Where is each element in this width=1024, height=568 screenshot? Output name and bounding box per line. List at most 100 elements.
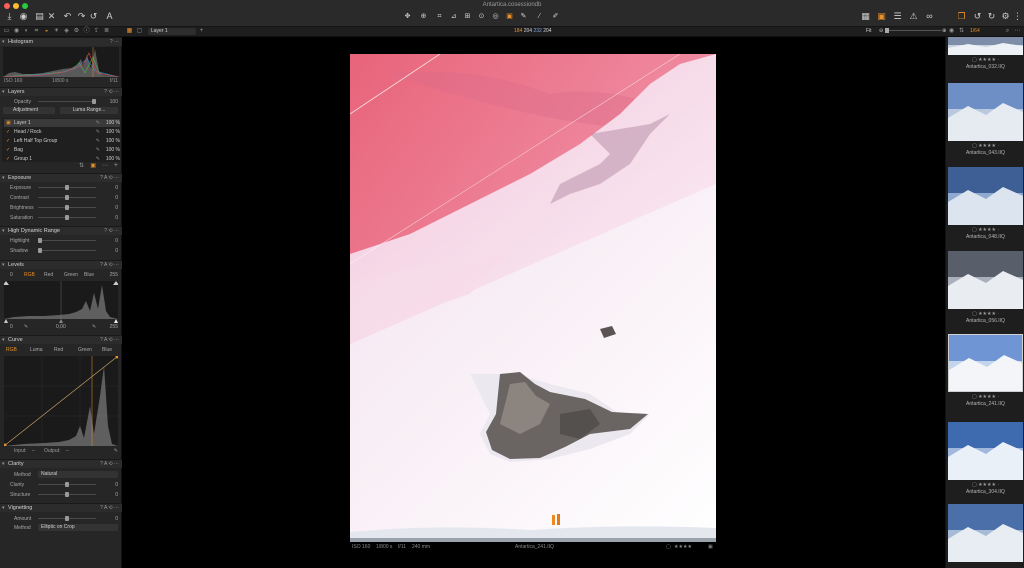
adjustment-slider[interactable] xyxy=(38,195,96,200)
annotate-tool-icon[interactable]: ✐ xyxy=(550,11,561,22)
metadata-tab-icon[interactable]: ⓘ xyxy=(83,28,90,35)
adjustments-tab-icon[interactable]: ⚙ xyxy=(73,28,80,35)
viewer-color-tag[interactable]: ▣ xyxy=(708,543,713,551)
slider-knob[interactable] xyxy=(65,492,69,497)
list-view-icon[interactable]: ☰ xyxy=(892,11,903,22)
layer-type-select[interactable]: Adjustment xyxy=(3,107,55,114)
layer-visible-checkbox[interactable]: ✓ xyxy=(6,146,10,154)
menu-icon[interactable]: ⋮ xyxy=(1012,11,1023,22)
eyedropper-icon[interactable]: ✎ xyxy=(92,323,96,331)
adjustment-slider[interactable] xyxy=(38,205,96,210)
slider-knob[interactable] xyxy=(65,185,69,190)
camera-icon[interactable]: ◉ xyxy=(18,11,29,22)
thumbnail-rating[interactable]: ▢ ★★★★ · xyxy=(948,143,1023,150)
layer-row[interactable]: ▣ Layer 1 ✎ 100 % xyxy=(4,119,120,127)
thumbnail-image[interactable] xyxy=(948,167,1023,225)
brush-tool-icon[interactable]: ✎ xyxy=(518,11,529,22)
slider-value[interactable]: 0 xyxy=(115,238,118,244)
levels-max-input[interactable]: 255 xyxy=(110,323,118,331)
levels-header[interactable]: ▾ Levels ? A ⟲ ⋯ xyxy=(0,260,122,269)
library-tab-icon[interactable]: ▭ xyxy=(3,28,10,35)
slider-knob[interactable] xyxy=(65,215,69,220)
layer-options-icon[interactable]: ⋯ xyxy=(102,162,108,169)
copy-adjustments-icon[interactable]: ❐ xyxy=(956,11,967,22)
channel-tab[interactable]: Green xyxy=(78,346,92,354)
exposure-header[interactable]: ▾ Exposure ? A ⟲ ⋯ xyxy=(0,173,122,182)
layer-visible-checkbox[interactable]: ✓ xyxy=(6,155,10,162)
composition-tab-icon[interactable]: ⌗ xyxy=(33,28,40,35)
details-tab-icon[interactable]: ◈ xyxy=(63,28,70,35)
layer-mask-icon[interactable]: ▣ xyxy=(90,162,96,169)
layer-visible-checkbox[interactable]: ✓ xyxy=(6,137,10,145)
slider-knob[interactable] xyxy=(65,195,69,200)
import-icon[interactable]: ⤓ xyxy=(4,11,15,22)
histogram-header[interactable]: ▾ Histogram ? ⋯ xyxy=(0,37,122,46)
thumbnail-image[interactable] xyxy=(948,334,1023,392)
thumbnail-rating[interactable]: ▢ ★★★★ · xyxy=(948,394,1023,401)
slider-value[interactable]: 0 xyxy=(115,248,118,254)
text-tool-icon[interactable]: A xyxy=(104,11,115,22)
clarity-header[interactable]: ▾ Clarity ? A ⟲ ⋯ xyxy=(0,459,122,468)
settings-icon[interactable]: ⚙ xyxy=(1000,11,1011,22)
browser-eye-icon[interactable]: ◉ xyxy=(948,28,955,35)
multi-view-icon[interactable]: ▦ xyxy=(126,28,133,35)
zoom-slider[interactable] xyxy=(884,28,941,34)
curve-graph[interactable] xyxy=(4,356,118,446)
layers-header[interactable]: ▾ Layers ? ⟲ ⋯ xyxy=(0,87,122,96)
channel-tab[interactable]: Red xyxy=(44,271,53,279)
pan-tool-icon[interactable]: ✥ xyxy=(402,11,413,22)
adjustment-slider[interactable] xyxy=(38,492,96,497)
slider-value[interactable]: 0 xyxy=(115,185,118,191)
opacity-slider[interactable] xyxy=(38,99,96,104)
delete-icon[interactable]: ✕ xyxy=(46,11,57,22)
thumbnail-image[interactable] xyxy=(948,251,1023,309)
opacity-slider-knob[interactable] xyxy=(92,99,96,104)
redo-icon[interactable]: ↷ xyxy=(76,11,87,22)
undo-icon[interactable]: ↶ xyxy=(62,11,73,22)
batch-tab-icon[interactable]: ≣ xyxy=(103,28,110,35)
levels-graph[interactable] xyxy=(4,281,118,319)
grid-view-icon[interactable]: ▦ xyxy=(860,11,871,22)
loupe-tool-icon[interactable]: ⊕ xyxy=(418,11,429,22)
curve-header[interactable]: ▾ Curve ? A ⟲ ⋯ xyxy=(0,335,122,344)
keystone-tool-icon[interactable]: ⊞ xyxy=(462,11,473,22)
folder-icon[interactable]: ▤ xyxy=(34,11,45,22)
channel-tab[interactable]: Green xyxy=(64,271,78,279)
color-picker-tool-icon[interactable]: ▣ xyxy=(504,11,515,22)
slider-knob[interactable] xyxy=(65,205,69,210)
layer-row[interactable]: ✓ Group 1 ✎ 100 % xyxy=(4,155,120,162)
section-tools[interactable]: ? A ⟲ ⋯ xyxy=(100,262,119,269)
section-tools[interactable]: ? A ⟲ ⋯ xyxy=(100,175,119,182)
channel-tab[interactable]: Luma xyxy=(30,346,43,354)
thumbnail-image[interactable] xyxy=(948,422,1023,480)
viewer-checkbox[interactable]: ▢ xyxy=(666,543,671,551)
browser-menu-icon[interactable]: ⋯ xyxy=(1014,28,1021,35)
capture-tab-icon[interactable]: ◉ xyxy=(13,28,20,35)
slider-knob[interactable] xyxy=(38,238,42,243)
viewer-rating[interactable]: ★★★★ xyxy=(674,543,692,551)
vignetting-method-select[interactable]: Elliptic on Crop xyxy=(38,524,118,531)
browser-search-icon[interactable]: ⌕ xyxy=(1004,28,1011,35)
picker-tool-icon[interactable]: ◎ xyxy=(490,11,501,22)
output-tab-icon[interactable]: ⇪ xyxy=(93,28,100,35)
main-photo[interactable] xyxy=(350,54,716,542)
eyedropper-icon[interactable]: ✎ xyxy=(114,447,118,455)
clarity-method-select[interactable]: Natural xyxy=(38,471,118,478)
layer-visible-checkbox[interactable]: ✓ xyxy=(6,128,10,136)
thumbnail-image[interactable] xyxy=(948,504,1023,562)
slider-knob[interactable] xyxy=(65,482,69,487)
channel-tab[interactable]: Blue xyxy=(102,346,112,354)
slider-value[interactable]: 0 xyxy=(115,492,118,498)
adjustment-slider[interactable] xyxy=(38,185,96,190)
slider-value[interactable]: 0 xyxy=(115,205,118,211)
adjustment-slider[interactable] xyxy=(38,482,96,487)
straighten-tool-icon[interactable]: ⊿ xyxy=(448,11,459,22)
layer-select[interactable]: Layer 1 xyxy=(148,28,196,35)
remove-layer-icon[interactable]: ⇅ xyxy=(79,162,84,169)
section-tools[interactable]: ? A ⟲ ⋯ xyxy=(100,461,119,468)
zoom-out-icon[interactable]: ⊖ xyxy=(879,28,883,34)
layer-row[interactable]: ✓ Bag ✎ 100 % xyxy=(4,146,120,154)
color-tab-icon[interactable]: ◒ xyxy=(43,28,50,35)
fit-label[interactable]: Fit xyxy=(866,28,872,34)
section-tools[interactable]: ? ⟲ ⋯ xyxy=(104,228,119,235)
